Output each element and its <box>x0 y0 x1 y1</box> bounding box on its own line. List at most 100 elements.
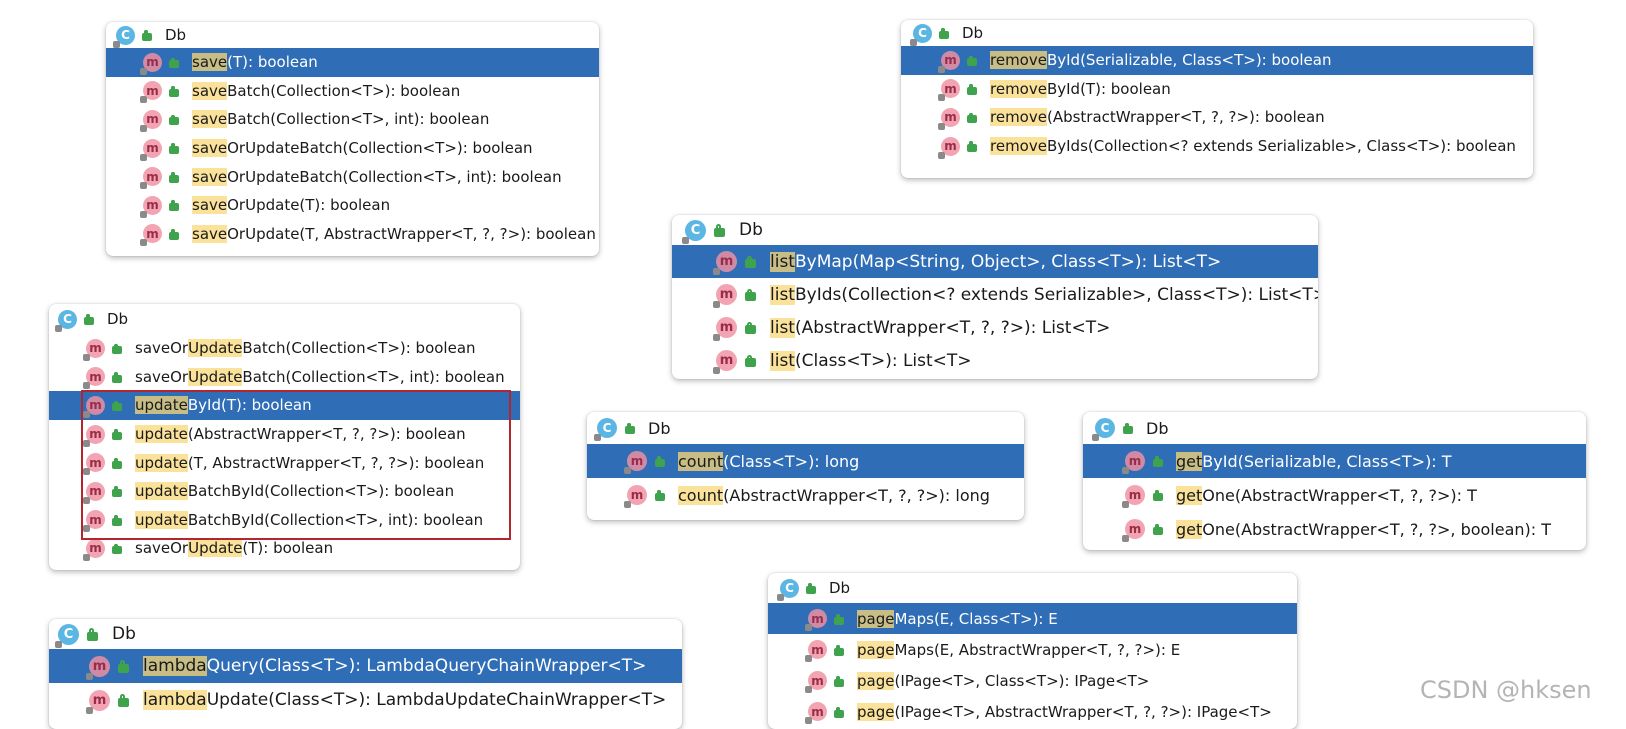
method-icon: m <box>805 671 827 693</box>
count-completion-popup: C Db m count(Class<T>): long m count(Abs… <box>587 412 1024 520</box>
method-signature: Batch(Collection<T>, int): boolean <box>242 367 505 386</box>
public-lock-icon <box>169 114 179 126</box>
match-highlight: count <box>678 485 724 505</box>
class-name: Db <box>829 579 851 597</box>
completion-item[interactable]: m removeById(T): boolean <box>901 75 1533 104</box>
completion-item[interactable]: m saveOrUpdateBatch(Collection<T>): bool… <box>49 334 520 363</box>
match-highlight: update <box>135 396 188 415</box>
method-icon: m <box>938 107 960 130</box>
match-highlight: save <box>192 53 228 72</box>
method-icon: m <box>83 395 105 418</box>
method-signature: ByIds(Collection<? extends Serializable>… <box>794 284 1318 305</box>
completion-item[interactable]: m remove(AbstractWrapper<T, ?, ?>): bool… <box>901 103 1533 132</box>
completion-item[interactable]: m updateBatchById(Collection<T>): boolea… <box>49 477 520 506</box>
public-lock-icon <box>112 343 122 355</box>
completion-item[interactable]: m updateById(T): boolean <box>49 391 520 420</box>
method-icon: m <box>86 689 110 714</box>
method-icon: m <box>1122 485 1145 508</box>
method-signature: Batch(Collection<T>, int): boolean <box>227 110 490 129</box>
match-highlight: save <box>192 139 228 158</box>
update-completion-popup: C Db m saveOrUpdateBatch(Collection<T>):… <box>49 304 520 570</box>
method-signature: (AbstractWrapper<T, ?, ?>): boolean <box>187 425 466 444</box>
match-highlight: list <box>770 317 795 338</box>
method-signature: (AbstractWrapper<T, ?, ?>): List<T> <box>794 317 1111 338</box>
match-highlight: save <box>192 81 228 100</box>
completion-item[interactable]: m saveOrUpdateBatch(Collection<T>, int):… <box>49 363 520 392</box>
public-lock-icon <box>1123 423 1133 434</box>
completion-item[interactable]: m pageMaps(E, AbstractWrapper<T, ?, ?>):… <box>768 634 1297 665</box>
completion-item[interactable]: m update(AbstractWrapper<T, ?, ?>): bool… <box>49 420 520 449</box>
completion-item[interactable]: m update(T, AbstractWrapper<T, ?, ?>): b… <box>49 448 520 477</box>
completion-item[interactable]: m saveBatch(Collection<T>): boolean <box>106 77 599 106</box>
public-lock-icon <box>169 171 179 183</box>
public-lock-icon <box>169 86 179 97</box>
completion-item[interactable]: m lambdaUpdate(Class<T>): LambdaUpdateCh… <box>49 683 682 717</box>
completion-item[interactable]: m page(IPage<T>, AbstractWrapper<T, ?, ?… <box>768 696 1297 727</box>
completion-item[interactable]: m count(AbstractWrapper<T, ?, ?>): long <box>587 478 1024 512</box>
method-icon: m <box>83 453 105 476</box>
completion-item[interactable]: m list(Class<T>): List<T> <box>672 344 1318 377</box>
completion-item[interactable]: m saveBatch(Collection<T>, int): boolean <box>106 105 599 134</box>
method-icon: m <box>1122 451 1145 474</box>
method-icon: m <box>624 451 647 474</box>
method-signature: Maps(E, Class<T>): E <box>894 609 1058 628</box>
match-highlight: count <box>678 451 724 471</box>
match-highlight: page <box>857 609 895 628</box>
method-signature: (Class<T>): long <box>723 451 860 471</box>
completion-item[interactable]: m removeByIds(Collection<? extends Seria… <box>901 132 1533 161</box>
completion-item[interactable]: m saveOrUpdate(T, AbstractWrapper<T, ?, … <box>106 220 599 249</box>
method-signature: (IPage<T>, AbstractWrapper<T, ?, ?>): IP… <box>894 702 1272 721</box>
match-highlight: save <box>192 110 228 129</box>
public-lock-icon <box>967 141 977 153</box>
method-icon: m <box>140 167 162 190</box>
completion-item[interactable]: m listByMap(Map<String, Object>, Class<T… <box>672 245 1318 278</box>
completion-item[interactable]: m getOne(AbstractWrapper<T, ?, ?>, boole… <box>1083 512 1586 546</box>
public-lock-icon <box>967 55 977 67</box>
popup-header: C Db <box>672 215 1318 245</box>
completion-item[interactable]: m saveOrUpdate(T): boolean <box>106 191 599 220</box>
method-signature: BatchById(Collection<T>): boolean <box>187 482 455 501</box>
completion-item[interactable]: m listByIds(Collection<? extends Seriali… <box>672 278 1318 311</box>
method-signature: (T): boolean <box>227 53 318 72</box>
completion-item[interactable]: m getById(Serializable, Class<T>): T <box>1083 444 1586 478</box>
method-icon: m <box>140 138 162 161</box>
match-highlight: get <box>1176 519 1203 539</box>
public-lock-icon <box>834 613 844 625</box>
method-icon: m <box>83 538 105 561</box>
public-lock-icon <box>745 321 756 334</box>
public-lock-icon <box>714 224 725 237</box>
completion-item[interactable]: m getOne(AbstractWrapper<T, ?, ?>): T <box>1083 478 1586 512</box>
popup-header: C Db <box>587 412 1024 444</box>
public-lock-icon <box>142 30 152 41</box>
method-icon: m <box>140 81 162 104</box>
method-icon: m <box>140 224 162 247</box>
completion-item[interactable]: m list(AbstractWrapper<T, ?, ?>): List<T… <box>672 311 1318 344</box>
completion-item[interactable]: m saveOrUpdate(T): boolean <box>49 534 520 563</box>
class-icon: C <box>682 219 706 244</box>
method-signature: Maps(E, AbstractWrapper<T, ?, ?>): E <box>894 640 1181 659</box>
completion-item[interactable]: m pageMaps(E, Class<T>): E <box>768 603 1297 634</box>
completion-item[interactable]: m saveOrUpdateBatch(Collection<T>): bool… <box>106 134 599 163</box>
method-icon: m <box>86 655 110 680</box>
method-icon: m <box>140 109 162 132</box>
match-highlight: list <box>770 251 795 272</box>
public-lock-icon <box>112 457 122 469</box>
completion-item[interactable]: m removeById(Serializable, Class<T>): bo… <box>901 46 1533 75</box>
method-signature: BatchById(Collection<T>, int): boolean <box>187 510 484 529</box>
completion-item[interactable]: m saveOrUpdateBatch(Collection<T>, int):… <box>106 162 599 191</box>
completion-item[interactable]: m lambdaQuery(Class<T>): LambdaQueryChai… <box>49 649 682 683</box>
method-signature: Update(Class<T>): LambdaUpdateChainWrapp… <box>206 690 667 710</box>
method-name-prefix: saveOr <box>135 539 189 558</box>
method-signature: (T, AbstractWrapper<T, ?, ?>): boolean <box>187 453 485 472</box>
public-lock-icon <box>745 255 756 268</box>
public-lock-icon <box>967 84 977 95</box>
method-icon: m <box>713 317 737 341</box>
public-lock-icon <box>112 429 122 441</box>
method-icon: m <box>938 79 960 102</box>
completion-item[interactable]: m updateBatchById(Collection<T>, int): b… <box>49 506 520 535</box>
popup-header: C Db <box>49 304 520 334</box>
completion-item[interactable]: m count(Class<T>): long <box>587 444 1024 478</box>
method-signature: ById(Serializable, Class<T>): T <box>1202 451 1452 471</box>
completion-item[interactable]: m page(IPage<T>, Class<T>): IPage<T> <box>768 665 1297 696</box>
completion-item[interactable]: m save(T): boolean <box>106 48 599 77</box>
